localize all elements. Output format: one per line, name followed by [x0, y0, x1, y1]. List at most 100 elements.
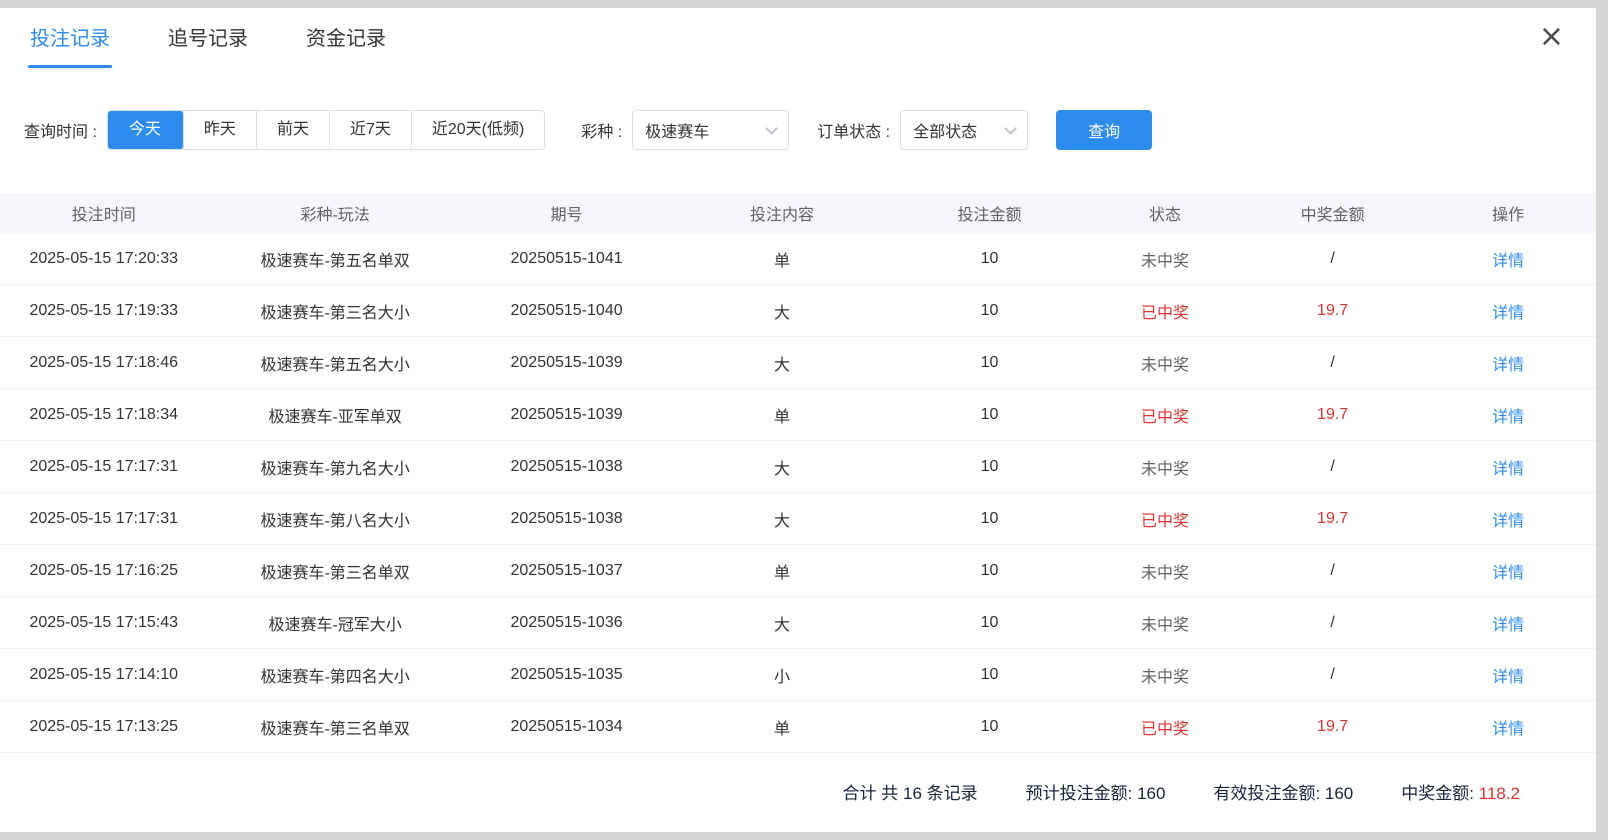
- table-header-row: 投注时间 彩种-玩法 期号 投注内容 投注金额 状态 中奖金额 操作: [0, 193, 1596, 233]
- header-issue: 期号: [463, 201, 670, 225]
- cell-game-play: 极速赛车-第三名单双: [207, 559, 462, 583]
- detail-link[interactable]: 详情: [1420, 559, 1596, 583]
- summary-total-records: 合计 共 16 条记录: [843, 779, 978, 804]
- status-selected-value: 全部状态: [913, 118, 977, 142]
- table-row: 2025-05-15 17:13:25极速赛车-第三名单双20250515-10…: [0, 701, 1596, 753]
- time-filter-option-active[interactable]: 今天: [107, 110, 183, 150]
- cell-bet-amount: 10: [894, 354, 1086, 372]
- cell-bet-time: 2025-05-15 17:18:46: [0, 354, 207, 372]
- header-bet-time: 投注时间: [0, 201, 207, 225]
- cell-bet-time: 2025-05-15 17:16:25: [0, 562, 207, 580]
- cell-game-play: 极速赛车-第九名大小: [207, 455, 462, 479]
- cell-issue: 20250515-1035: [463, 666, 670, 684]
- cell-game-play: 极速赛车-第三名单双: [207, 715, 462, 739]
- cell-status: 已中奖: [1085, 299, 1245, 323]
- order-status-select[interactable]: 全部状态: [900, 110, 1028, 150]
- time-filter-group: 今天昨天前天近7天近20天(低频): [107, 110, 545, 150]
- detail-link[interactable]: 详情: [1420, 611, 1596, 635]
- header-status: 状态: [1085, 201, 1245, 225]
- time-filter-option[interactable]: 昨天: [183, 111, 256, 149]
- lottery-selected-value: 极速赛车: [645, 118, 709, 142]
- cell-bet-amount: 10: [894, 718, 1086, 736]
- table-row: 2025-05-15 17:17:31极速赛车-第九名大小20250515-10…: [0, 441, 1596, 493]
- detail-link[interactable]: 详情: [1420, 663, 1596, 687]
- summary-prize-value: 118.2: [1479, 784, 1520, 803]
- cell-bet-time: 2025-05-15 17:13:25: [0, 718, 207, 736]
- time-filter-option[interactable]: 近20天(低频): [411, 111, 544, 149]
- table-row: 2025-05-15 17:18:34极速赛车-亚军单双20250515-103…: [0, 389, 1596, 441]
- detail-link[interactable]: 详情: [1420, 403, 1596, 427]
- header-bet-content: 投注内容: [670, 201, 893, 225]
- cell-bet-amount: 10: [894, 406, 1086, 424]
- cell-status: 已中奖: [1085, 715, 1245, 739]
- detail-link[interactable]: 详情: [1420, 351, 1596, 375]
- detail-link[interactable]: 详情: [1420, 455, 1596, 479]
- summary-valid-amount: 有效投注金额: 160: [1213, 779, 1353, 804]
- cell-issue: 20250515-1038: [463, 510, 670, 528]
- cell-prize: /: [1245, 250, 1421, 268]
- cell-bet-time: 2025-05-15 17:20:33: [0, 250, 207, 268]
- cell-bet-time: 2025-05-15 17:14:10: [0, 666, 207, 684]
- header-actions: 操作: [1420, 201, 1596, 225]
- detail-link[interactable]: 详情: [1420, 299, 1596, 323]
- cell-bet-time: 2025-05-15 17:17:31: [0, 458, 207, 476]
- time-filter-option[interactable]: 近7天: [329, 111, 411, 149]
- cell-bet-amount: 10: [894, 458, 1086, 476]
- cell-prize: /: [1245, 354, 1421, 372]
- cell-bet-amount: 10: [894, 510, 1086, 528]
- cell-game-play: 极速赛车-冠军大小: [207, 611, 462, 635]
- cell-issue: 20250515-1039: [463, 354, 670, 372]
- detail-link[interactable]: 详情: [1420, 715, 1596, 739]
- close-icon[interactable]: ×: [1539, 22, 1564, 52]
- lottery-select[interactable]: 极速赛车: [632, 110, 789, 150]
- header-game-play: 彩种-玩法: [207, 201, 462, 225]
- cell-bet-content: 小: [670, 663, 893, 687]
- cell-status: 未中奖: [1085, 351, 1245, 375]
- detail-link[interactable]: 详情: [1420, 507, 1596, 531]
- summary-prize-amount: 中奖金额: 118.2: [1401, 779, 1520, 804]
- table-row: 2025-05-15 17:16:25极速赛车-第三名单双20250515-10…: [0, 545, 1596, 597]
- time-filter-option[interactable]: 前天: [256, 111, 329, 149]
- cell-bet-content: 大: [670, 455, 893, 479]
- cell-game-play: 极速赛车-第五名单双: [207, 247, 462, 271]
- cell-bet-amount: 10: [894, 250, 1086, 268]
- search-button[interactable]: 查询: [1056, 110, 1152, 150]
- cell-issue: 20250515-1040: [463, 302, 670, 320]
- cell-issue: 20250515-1039: [463, 406, 670, 424]
- detail-link[interactable]: 详情: [1420, 247, 1596, 271]
- table-row: 2025-05-15 17:15:43极速赛车-冠军大小20250515-103…: [0, 597, 1596, 649]
- lottery-label: 彩种 :: [581, 118, 622, 142]
- cell-bet-time: 2025-05-15 17:15:43: [0, 614, 207, 632]
- tab-chase-records[interactable]: 追号记录: [168, 8, 248, 72]
- cell-game-play: 极速赛车-第四名大小: [207, 663, 462, 687]
- cell-bet-content: 大: [670, 299, 893, 323]
- cell-bet-time: 2025-05-15 17:17:31: [0, 510, 207, 528]
- table-row: 2025-05-15 17:17:31极速赛车-第八名大小20250515-10…: [0, 493, 1596, 545]
- table-row: 2025-05-15 17:14:10极速赛车-第四名大小20250515-10…: [0, 649, 1596, 701]
- cell-prize: 19.7: [1245, 510, 1421, 528]
- cell-status: 未中奖: [1085, 455, 1245, 479]
- table-body: 2025-05-15 17:20:33极速赛车-第五名单双 20250515-10…: [0, 233, 1596, 753]
- cell-bet-content: 大: [670, 351, 893, 375]
- cell-prize: /: [1245, 666, 1421, 684]
- cell-bet-content: 单: [670, 559, 893, 583]
- cell-status: 已中奖: [1085, 403, 1245, 427]
- cell-bet-amount: 10: [894, 562, 1086, 580]
- cell-status: 未中奖: [1085, 663, 1245, 687]
- cell-issue: 20250515-1037: [463, 562, 670, 580]
- bet-records-modal: 投注记录 追号记录 资金记录 × 查询时间 : 今天昨天前天近7天近20天(低频…: [0, 8, 1596, 832]
- tab-fund-records[interactable]: 资金记录: [306, 8, 386, 72]
- header-bet-amount: 投注金额: [894, 201, 1086, 225]
- cell-status: 未中奖: [1085, 559, 1245, 583]
- summary-footer: 合计 共 16 条记录 预计投注金额: 160 有效投注金额: 160 中奖金额…: [0, 753, 1596, 804]
- cell-bet-time: 2025-05-15 17:19:33: [0, 302, 207, 320]
- cell-game-play: 极速赛车-亚军单双: [207, 403, 462, 427]
- tab-bet-records[interactable]: 投注记录: [30, 8, 110, 72]
- cell-prize: 19.7: [1245, 302, 1421, 320]
- cell-issue: 20250515-1038: [463, 458, 670, 476]
- cell-prize: /: [1245, 562, 1421, 580]
- filter-bar: 查询时间 : 今天昨天前天近7天近20天(低频) 彩种 : 极速赛车 订单状态 …: [24, 110, 1596, 150]
- header-prize: 中奖金额: [1245, 201, 1421, 225]
- cell-status: 未中奖: [1085, 247, 1245, 271]
- tab-bar: 投注记录 追号记录 资金记录 ×: [0, 8, 1596, 72]
